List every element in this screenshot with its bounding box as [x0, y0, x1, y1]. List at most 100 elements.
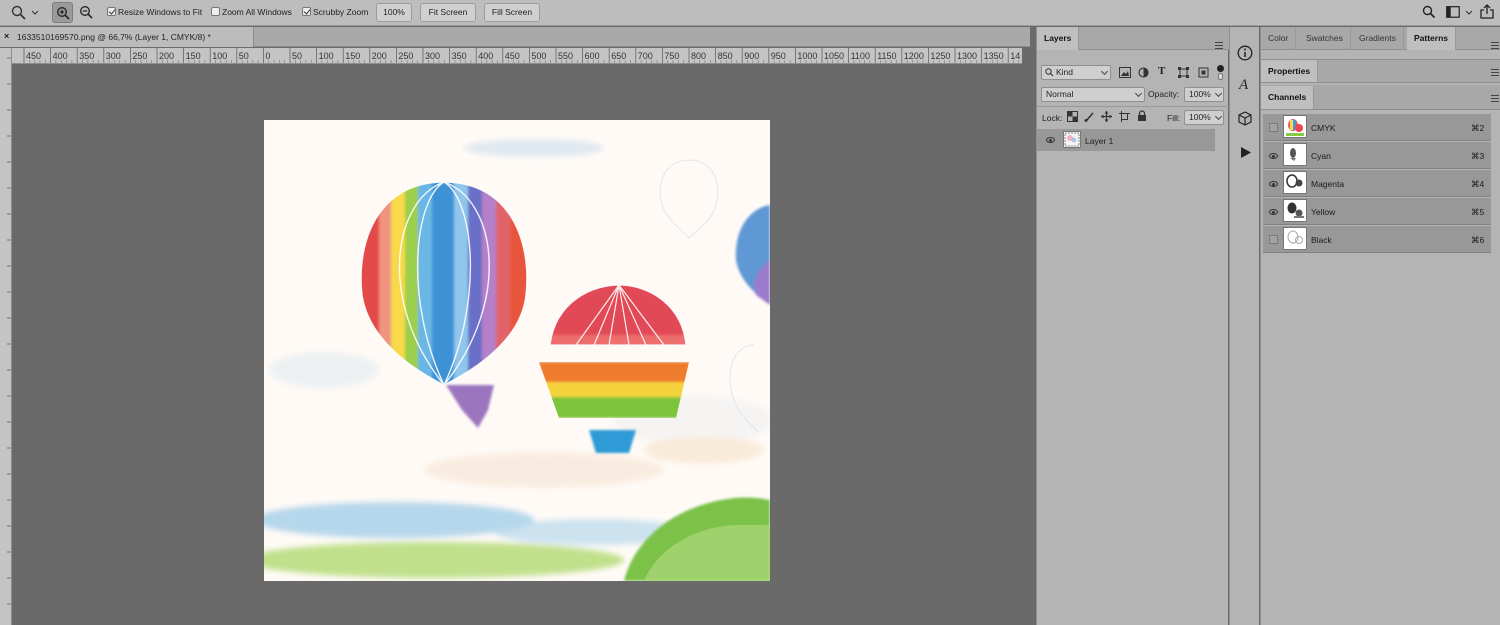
ruler-label: 50 — [239, 51, 249, 61]
lock-transparent-pixels-icon[interactable] — [1067, 111, 1078, 122]
patterns-panel-menu-icon[interactable] — [1491, 42, 1499, 49]
ruler-label: 500 — [531, 51, 546, 61]
channel-row-black[interactable]: Black ⌘6 — [1263, 226, 1491, 253]
ruler-label: 150 — [345, 51, 360, 61]
ruler-label: 100 — [212, 51, 227, 61]
document-canvas[interactable] — [264, 120, 770, 581]
ruler-label: 650 — [611, 51, 626, 61]
layer-filter-kind-select[interactable]: Kind — [1041, 65, 1111, 80]
channels-panel-menu-icon[interactable] — [1491, 95, 1499, 102]
ruler-label: 200 — [372, 51, 387, 61]
vertical-ruler — [0, 48, 12, 625]
opacity-field[interactable]: 100% — [1184, 87, 1224, 102]
lock-position-icon[interactable] — [1101, 111, 1112, 122]
channel-row-magenta[interactable]: Magenta ⌘4 — [1263, 170, 1491, 197]
channel-visibility-toggle[interactable] — [1269, 235, 1278, 244]
filter-kind-label: Kind — [1056, 67, 1074, 77]
ruler-label: 600 — [585, 51, 600, 61]
ruler-label: 1150 — [877, 51, 896, 61]
channel-shortcut: ⌘3 — [1471, 151, 1485, 161]
tab-gradients[interactable]: Gradients — [1352, 27, 1404, 50]
channel-thumbnail-image — [1290, 148, 1296, 161]
fill-screen-button[interactable]: Fill Screen — [484, 3, 540, 22]
filter-adjustment-icon[interactable] — [1138, 67, 1149, 78]
lock-artboard-icon[interactable] — [1119, 111, 1130, 122]
ruler-label: 700 — [638, 51, 653, 61]
share-icon[interactable] — [1480, 4, 1494, 19]
tab-color[interactable]: Color — [1261, 27, 1297, 50]
chevron-down-icon — [1134, 89, 1143, 98]
scrubby-zoom-checkbox[interactable] — [302, 7, 311, 16]
resize-windows-checkbox[interactable] — [107, 7, 116, 16]
fill-label: Fill: — [1167, 113, 1181, 123]
ruler-label: 450 — [26, 51, 41, 61]
channel-visibility-eye-icon[interactable] — [1269, 181, 1278, 187]
layers-panel-menu-icon[interactable] — [1215, 42, 1223, 49]
zoom-100-button[interactable]: 100% — [376, 3, 412, 22]
panel-icon-strip: A — [1229, 27, 1259, 625]
tab-channels[interactable]: Channels — [1261, 86, 1315, 109]
layer-name: Layer 1 — [1085, 136, 1114, 146]
chevron-down-icon — [1100, 67, 1109, 76]
ruler-label: 100 — [319, 51, 334, 61]
tab-patterns[interactable]: Patterns — [1407, 27, 1457, 50]
glyphs-icon[interactable]: A — [1239, 77, 1248, 94]
document-tab[interactable]: × 1633510169570.png @ 66,7% (Layer 1, CM… — [0, 27, 254, 47]
opacity-label: Opacity: — [1148, 89, 1180, 99]
3d-cube-icon[interactable] — [1238, 111, 1252, 126]
lock-label: Lock: — [1042, 113, 1063, 123]
blend-mode-select[interactable]: Normal — [1041, 87, 1145, 102]
channel-visibility-toggle[interactable] — [1269, 123, 1278, 132]
filter-switch-icon[interactable] — [1218, 73, 1223, 80]
lock-all-icon[interactable] — [1137, 110, 1147, 122]
filter-type-icon[interactable]: T — [1158, 65, 1165, 77]
layer-row[interactable]: Layer 1 — [1037, 129, 1215, 151]
blend-mode-value: Normal — [1046, 89, 1074, 99]
filter-shape-icon[interactable] — [1178, 67, 1189, 78]
vertical-ruler-ticks — [7, 57, 11, 605]
channel-name: CMYK — [1311, 123, 1336, 133]
layer-thumbnail-image — [1064, 132, 1080, 147]
opacity-value: 100% — [1189, 89, 1211, 99]
ruler-label: 400 — [478, 51, 493, 61]
channel-row-cmyk[interactable]: CMYK ⌘2 — [1263, 114, 1491, 141]
channel-name: Black — [1311, 235, 1332, 245]
fit-screen-button[interactable]: Fit Screen — [420, 3, 476, 22]
ruler-label: 14 — [1010, 51, 1020, 61]
layer-visibility-eye-icon[interactable] — [1046, 137, 1055, 143]
tab-swatches[interactable]: Swatches — [1299, 27, 1351, 50]
zoom-tool-icon[interactable] — [11, 5, 27, 21]
workspace-icon[interactable] — [1446, 6, 1460, 18]
ruler-label: 1350 — [984, 51, 1004, 61]
channel-visibility-eye-icon[interactable] — [1269, 153, 1278, 159]
channel-row-cyan[interactable]: Cyan ⌘3 — [1263, 142, 1491, 169]
channel-shortcut: ⌘2 — [1471, 123, 1485, 133]
ruler-label: 0 — [265, 51, 270, 61]
zoom-all-windows-checkbox[interactable] — [211, 7, 220, 16]
options-bar: Resize Windows to Fit Zoom All Windows S… — [0, 0, 1500, 26]
fill-field[interactable]: 100% — [1184, 110, 1224, 125]
search-icon[interactable] — [1422, 5, 1436, 19]
workspace-chevron-icon[interactable] — [1465, 10, 1473, 16]
ruler-label: 950 — [771, 51, 786, 61]
zoom-in-button[interactable] — [52, 2, 73, 23]
zoom-all-windows-label: Zoom All Windows — [222, 7, 292, 17]
properties-panel-menu-icon[interactable] — [1491, 69, 1499, 76]
actions-play-icon[interactable] — [1240, 146, 1252, 159]
ruler-label: 350 — [452, 51, 467, 61]
lock-image-pixels-icon[interactable] — [1084, 111, 1095, 122]
tab-layers[interactable]: Layers — [1037, 27, 1080, 50]
chevron-down-icon[interactable] — [31, 10, 39, 16]
zoom-out-button[interactable] — [76, 2, 97, 23]
close-tab-icon[interactable]: × — [4, 31, 9, 41]
filter-pixel-icon[interactable] — [1119, 67, 1131, 78]
ruler-label: 300 — [425, 51, 440, 61]
channel-visibility-eye-icon[interactable] — [1269, 209, 1278, 215]
resize-windows-label: Resize Windows to Fit — [118, 7, 203, 17]
channel-row-yellow[interactable]: Yellow ⌘5 — [1263, 198, 1491, 225]
info-icon[interactable] — [1237, 45, 1253, 61]
filter-toggle-icon[interactable] — [1217, 65, 1224, 72]
divider — [1037, 106, 1229, 107]
filter-smart-object-icon[interactable] — [1198, 67, 1209, 78]
tab-properties[interactable]: Properties — [1261, 60, 1319, 82]
